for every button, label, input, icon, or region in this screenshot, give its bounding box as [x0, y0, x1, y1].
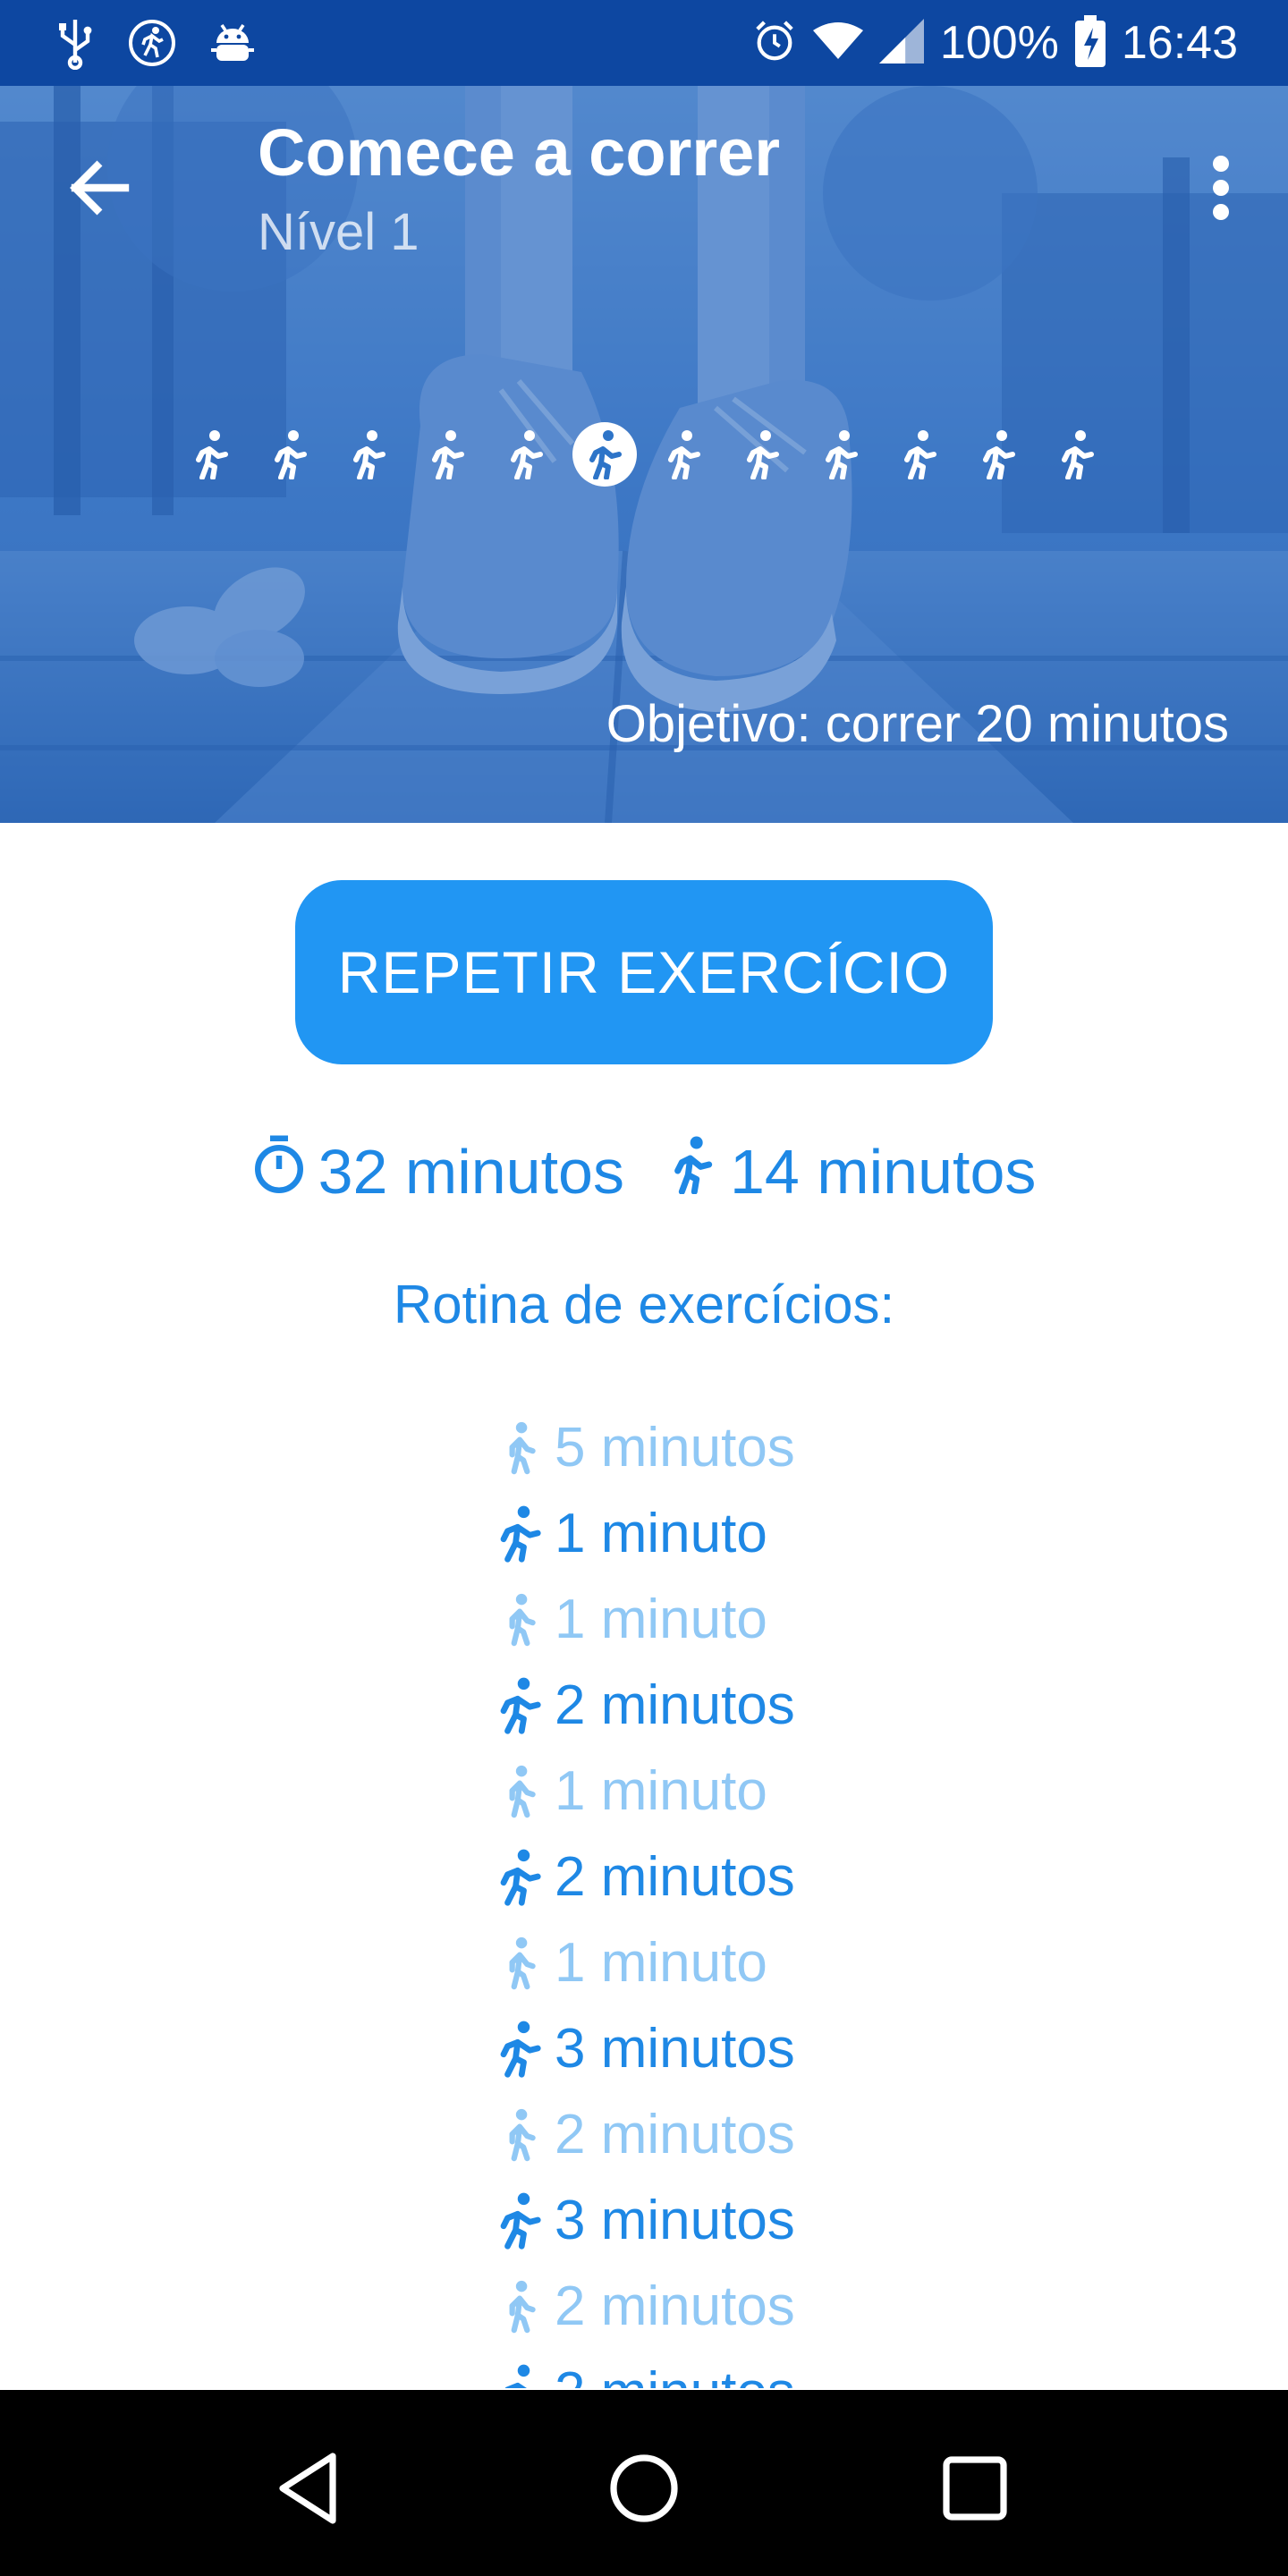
- level-2-button[interactable]: [258, 422, 322, 487]
- timer-icon: [252, 1135, 306, 1208]
- battery-charging-icon: [1074, 14, 1106, 72]
- running-icon: [490, 2186, 549, 2254]
- total-time: 32 minutos: [318, 1137, 624, 1207]
- walking-icon: [490, 2100, 549, 2168]
- routine-item: 2 minutos: [490, 2091, 1027, 2177]
- running-icon: [826, 430, 858, 479]
- routine-item-label: 3 minutos: [555, 2017, 795, 2080]
- routine-item: 3 minutos: [490, 2177, 1027, 2263]
- run-time: 14 minutos: [730, 1137, 1037, 1207]
- routine-item: 1 minuto: [490, 1576, 1027, 1662]
- walking-icon: [490, 1585, 549, 1653]
- arrow-back-icon: [70, 160, 130, 216]
- running-icon: [511, 430, 543, 479]
- routine-item-label: 3 minutos: [555, 2189, 795, 2251]
- routine-item-label: 1 minuto: [555, 1759, 767, 1822]
- level-8-button[interactable]: [730, 422, 794, 487]
- running-icon: [196, 430, 228, 479]
- alarm-icon: [752, 19, 797, 68]
- running-icon: [668, 430, 700, 479]
- level-12-button[interactable]: [1045, 422, 1109, 487]
- walking-icon: [490, 1928, 549, 1996]
- level-11-button[interactable]: [966, 422, 1030, 487]
- more-vert-icon: [1213, 156, 1229, 220]
- routine-item-label: 1 minuto: [555, 1502, 767, 1564]
- triangle-back-icon: [279, 2453, 336, 2524]
- running-app-icon: [127, 18, 177, 72]
- level-5-button[interactable]: [494, 422, 558, 487]
- routine-item: 1 minuto: [490, 1919, 1027, 2005]
- level-3-button[interactable]: [336, 422, 401, 487]
- navigation-bar: [0, 2390, 1288, 2576]
- exercise-stats: 32 minutos 14 minutos: [0, 1127, 1288, 1216]
- walking-icon: [490, 1413, 549, 1481]
- routine-item: 2 minutos: [490, 1662, 1027, 1748]
- routine-item: 2 minutos: [490, 2349, 1027, 2388]
- back-button[interactable]: [63, 150, 138, 225]
- routine-item: 2 minutos: [490, 2263, 1027, 2349]
- running-icon: [747, 430, 779, 479]
- running-icon: [667, 1135, 717, 1208]
- routine-item-label: 1 minuto: [555, 1931, 767, 1994]
- hero-header: Comece a correr Nível 1 Objetivo: correr…: [0, 86, 1288, 823]
- goal-text: Objetivo: correr 20 minutos: [606, 695, 1229, 753]
- status-left-icons: [55, 16, 256, 74]
- walking-icon: [490, 1757, 549, 1825]
- overflow-menu-button[interactable]: [1208, 156, 1234, 220]
- routine-item-label: 2 minutos: [555, 2275, 795, 2337]
- walking-icon: [490, 2272, 549, 2340]
- running-icon: [490, 2014, 549, 2082]
- running-icon: [353, 430, 386, 479]
- level-1-button[interactable]: [179, 422, 243, 487]
- running-icon: [589, 430, 622, 479]
- routine-title: Rotina de exercícios:: [393, 1275, 895, 1335]
- level-9-button[interactable]: [809, 422, 873, 487]
- running-icon: [490, 1843, 549, 1911]
- routine-item-label: 2 minutos: [555, 1845, 795, 1908]
- nav-home-button[interactable]: [601, 2445, 687, 2531]
- routine-item: 5 minutos: [490, 1404, 1027, 1490]
- level-10-button[interactable]: [887, 422, 952, 487]
- routine-item-label: 5 minutos: [555, 1416, 795, 1479]
- running-icon: [1062, 430, 1094, 479]
- running-icon: [490, 1671, 549, 1739]
- routine-list: 5 minutos 1 minuto 1 minuto 2 minutos 1 minu…: [490, 1404, 1027, 2388]
- running-icon: [432, 430, 464, 479]
- nav-recents-button[interactable]: [932, 2445, 1018, 2531]
- android-debug-icon: [209, 20, 256, 71]
- routine-item: 1 minuto: [490, 1748, 1027, 1834]
- running-icon: [490, 2358, 549, 2388]
- battery-percent: 100%: [939, 17, 1059, 69]
- signal-icon: [878, 18, 924, 68]
- routine-item-label: 1 minuto: [555, 1588, 767, 1650]
- running-icon: [490, 1499, 549, 1567]
- running-icon: [983, 430, 1015, 479]
- nav-back-button[interactable]: [268, 2445, 354, 2531]
- routine-item-label: 2 minutos: [555, 2360, 795, 2389]
- routine-item: 2 minutos: [490, 1834, 1027, 1919]
- wifi-icon: [812, 21, 863, 65]
- page-subtitle: Nível 1: [258, 203, 419, 261]
- level-7-button[interactable]: [651, 422, 716, 487]
- repeat-exercise-button[interactable]: REPETIR EXERCÍCIO: [295, 880, 993, 1064]
- level-4-button[interactable]: [415, 422, 479, 487]
- running-icon: [904, 430, 936, 479]
- routine-item: 3 minutos: [490, 2005, 1027, 2091]
- square-recents-icon: [943, 2456, 1007, 2521]
- clock: 16:43: [1121, 17, 1238, 69]
- running-icon: [275, 430, 307, 479]
- status-right: 100% 16:43: [752, 11, 1238, 75]
- circle-home-icon: [610, 2454, 678, 2522]
- level-selector: [179, 419, 1109, 490]
- usb-icon: [55, 16, 95, 74]
- routine-item-label: 2 minutos: [555, 2103, 795, 2165]
- page-title: Comece a correr: [258, 115, 781, 190]
- routine-item-label: 2 minutos: [555, 1674, 795, 1736]
- status-bar: 100% 16:43: [0, 0, 1288, 86]
- routine-item: 1 minuto: [490, 1490, 1027, 1576]
- level-6-button[interactable]: [572, 422, 637, 487]
